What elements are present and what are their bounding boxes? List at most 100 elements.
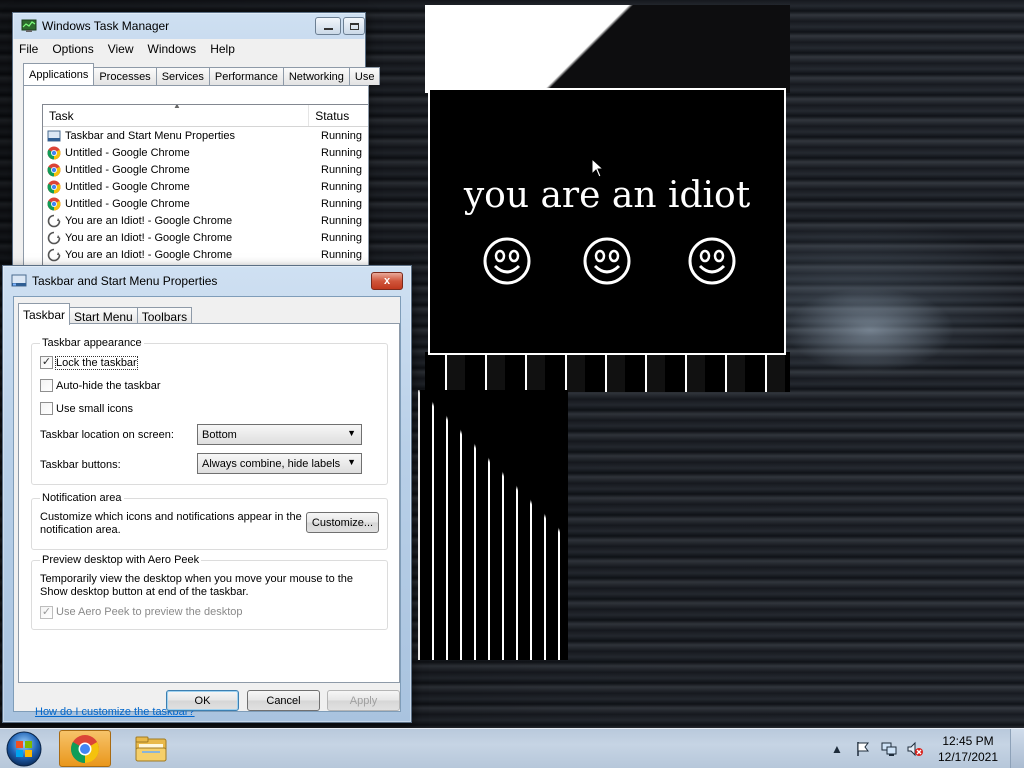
task-manager-titlebar[interactable]: Windows Task Manager xyxy=(13,13,365,39)
lock-taskbar-check[interactable]: ✓ xyxy=(40,356,53,369)
idiot-popup-text: you are an idiot xyxy=(463,175,751,216)
glitch-artifact-top xyxy=(425,5,790,93)
taskbar-icon xyxy=(47,130,61,141)
glitch-artifact-middle xyxy=(425,352,790,392)
chrome-icon xyxy=(47,163,61,176)
small-icons-check[interactable] xyxy=(40,402,53,415)
location-dropdown[interactable]: Bottom ▼ xyxy=(197,424,362,445)
task-cell: Untitled - Google Chrome xyxy=(43,146,315,160)
menu-help[interactable]: Help xyxy=(210,42,235,56)
tab-applications[interactable]: Applications xyxy=(23,63,95,85)
ok-button[interactable]: OK xyxy=(166,690,239,711)
location-label: Taskbar location on screen: xyxy=(40,429,174,441)
task-list[interactable]: ▲ Task Status Taskbar and Start Menu Pro… xyxy=(42,104,368,272)
minimize-button[interactable] xyxy=(315,17,341,35)
task-manager-window[interactable]: Windows Task Manager File Options View W… xyxy=(12,12,381,274)
taskbar-explorer-button[interactable] xyxy=(125,730,177,767)
table-row[interactable]: You are an Idiot! - Google Chrome Running xyxy=(43,212,368,229)
system-clock[interactable]: 12:45 PM 12/17/2021 xyxy=(932,733,1004,765)
tab-networking[interactable]: Networking xyxy=(282,67,350,85)
action-center-flag-icon[interactable] xyxy=(854,740,872,758)
loading-icon xyxy=(47,214,61,227)
chrome-icon xyxy=(47,197,61,210)
idiot-popup-window[interactable]: you are an idiot xyxy=(428,88,786,355)
properties-titlebar[interactable]: Taskbar and Start Menu Properties x xyxy=(3,266,411,296)
taskbar-properties-window[interactable]: Taskbar and Start Menu Properties x Task… xyxy=(2,265,412,723)
clock-time: 12:45 PM xyxy=(942,734,994,748)
table-row[interactable]: Untitled - Google Chrome Running xyxy=(43,195,368,212)
task-manager-body: Applications Processes Services Performa… xyxy=(13,59,381,273)
apply-button[interactable]: Apply xyxy=(327,690,400,711)
folder-icon xyxy=(135,736,167,761)
ok-label: OK xyxy=(194,694,211,707)
chrome-icon xyxy=(71,734,99,763)
group-title-appearance: Taskbar appearance xyxy=(40,337,144,349)
smiley-face-icon xyxy=(483,237,531,285)
cancel-label: Cancel xyxy=(266,694,301,707)
taskbar-chrome-button[interactable] xyxy=(59,730,111,767)
close-button[interactable]: x xyxy=(371,272,403,290)
aero-peek-check[interactable]: ✓ xyxy=(40,606,53,619)
show-hidden-icon[interactable]: ▲ xyxy=(828,740,846,758)
task-status: Running xyxy=(321,146,362,159)
lock-taskbar-checkbox[interactable]: ✓ Lock the taskbar xyxy=(40,355,138,370)
table-row[interactable]: You are an Idiot! - Google Chrome Running xyxy=(43,229,368,246)
task-name: Untitled - Google Chrome xyxy=(65,180,190,193)
dropdown-arrow-icon: ▼ xyxy=(347,428,356,438)
properties-title: Taskbar and Start Menu Properties xyxy=(32,274,218,288)
aero-peek-checkbox[interactable]: ✓ Use Aero Peek to preview the desktop xyxy=(40,606,243,619)
lock-taskbar-label: Lock the taskbar xyxy=(55,355,138,370)
menu-file[interactable]: File xyxy=(19,42,38,56)
autohide-check[interactable] xyxy=(40,379,53,392)
task-cell: You are an Idiot! - Google Chrome xyxy=(43,214,315,228)
task-name: Untitled - Google Chrome xyxy=(65,146,190,159)
smiley-face-icon xyxy=(688,237,736,285)
tab-taskbar[interactable]: Taskbar xyxy=(18,303,71,325)
show-desktop-button[interactable] xyxy=(1010,729,1024,768)
table-row[interactable]: Untitled - Google Chrome Running xyxy=(43,178,368,195)
tab-users[interactable]: Use xyxy=(348,67,381,85)
dropdown-arrow-icon: ▼ xyxy=(347,457,356,467)
sort-arrow-icon: ▲ xyxy=(173,104,181,110)
menu-options[interactable]: Options xyxy=(52,42,93,56)
menu-windows[interactable]: Windows xyxy=(148,42,197,56)
small-icons-label: Use small icons xyxy=(56,402,134,415)
table-row[interactable]: Untitled - Google Chrome Running xyxy=(43,144,368,161)
task-status: Running xyxy=(321,231,362,244)
network-icon[interactable] xyxy=(880,740,898,758)
customize-button[interactable]: Customize... xyxy=(306,512,379,533)
table-row[interactable]: Taskbar and Start Menu Properties Running xyxy=(43,127,368,144)
table-row[interactable]: Untitled - Google Chrome Running xyxy=(43,161,368,178)
loading-icon xyxy=(47,231,61,244)
task-name: Untitled - Google Chrome xyxy=(65,197,190,210)
menu-view[interactable]: View xyxy=(108,42,134,56)
location-value: Bottom xyxy=(202,428,237,441)
group-title-peek: Preview desktop with Aero Peek xyxy=(40,554,202,566)
task-manager-icon xyxy=(21,19,37,32)
start-button[interactable] xyxy=(4,730,44,768)
column-status[interactable]: Status xyxy=(309,105,368,126)
glitch-artifact-stair xyxy=(418,390,568,660)
volume-muted-icon[interactable] xyxy=(906,740,924,758)
table-row[interactable]: You are an Idiot! - Google Chrome Running xyxy=(43,246,368,263)
tab-performance[interactable]: Performance xyxy=(208,67,284,85)
task-cell: You are an Idiot! - Google Chrome xyxy=(43,248,315,262)
cancel-button[interactable]: Cancel xyxy=(247,690,320,711)
group-taskbar-appearance: Taskbar appearance ✓ Lock the taskbar Au… xyxy=(31,337,388,485)
smiley-face-icon xyxy=(583,237,631,285)
buttons-value: Always combine, hide labels xyxy=(202,457,341,470)
buttons-dropdown[interactable]: Always combine, hide labels ▼ xyxy=(197,453,362,474)
tab-processes[interactable]: Processes xyxy=(93,67,157,85)
task-manager-menubar: File Options View Windows Help xyxy=(13,39,365,59)
tab-services[interactable]: Services xyxy=(155,67,210,85)
group-title-notification: Notification area xyxy=(40,492,124,504)
small-icons-checkbox[interactable]: Use small icons xyxy=(40,402,133,415)
chrome-icon xyxy=(47,146,61,159)
clock-date: 12/17/2021 xyxy=(937,750,999,764)
autohide-checkbox[interactable]: Auto-hide the taskbar xyxy=(40,379,161,392)
maximize-button[interactable] xyxy=(343,17,365,35)
properties-body: Taskbar Start Menu Toolbars Taskbar appe… xyxy=(13,296,401,718)
buttons-label: Taskbar buttons: xyxy=(40,459,121,471)
column-task[interactable]: ▲ Task xyxy=(43,104,310,126)
mouse-cursor-icon xyxy=(591,158,605,178)
